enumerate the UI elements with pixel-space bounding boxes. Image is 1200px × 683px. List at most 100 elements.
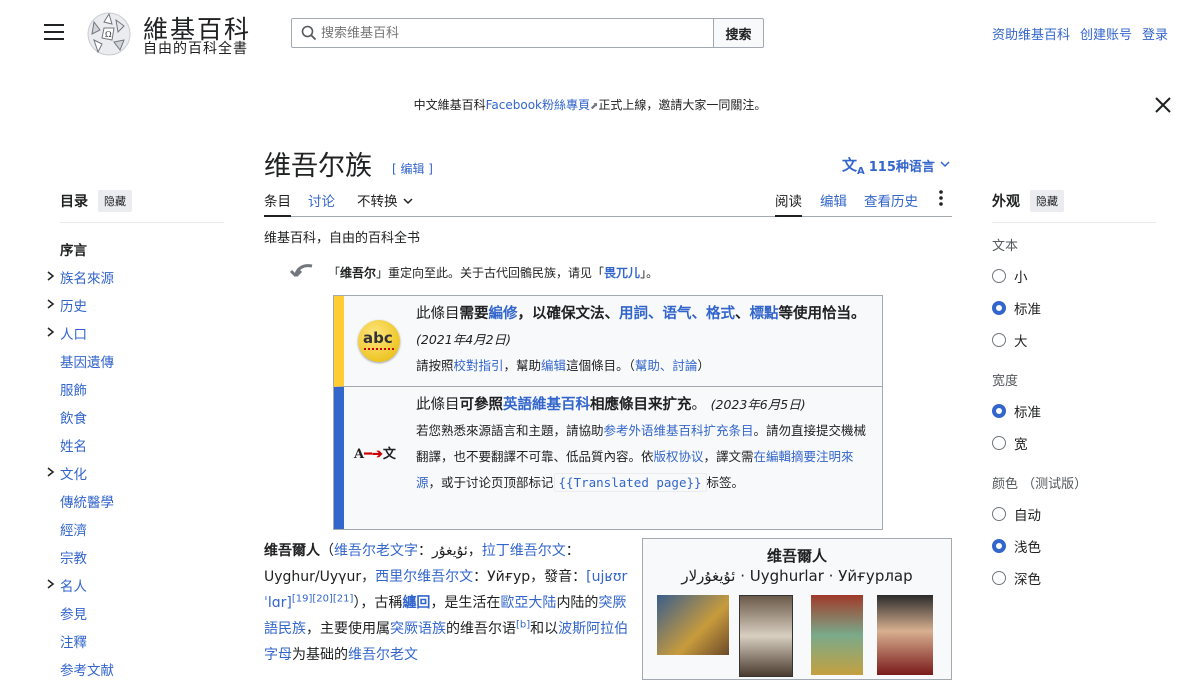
lead-link[interactable]: 西里尔维吾尔文: [375, 569, 473, 585]
infobox-image[interactable]: [877, 595, 933, 675]
toc-item-label[interactable]: 名人: [60, 575, 87, 595]
text-size-label: 文本: [992, 239, 1019, 254]
toc-item[interactable]: 人口: [47, 319, 224, 347]
guide-link[interactable]: 校對指引: [454, 358, 504, 373]
license-link[interactable]: 版权协议: [654, 449, 704, 464]
chevron-right-icon[interactable]: [44, 325, 58, 339]
lead-link[interactable]: 歐亞大陆: [500, 595, 556, 611]
toc-item[interactable]: 經濟: [60, 515, 224, 543]
text-size-standard[interactable]: 标准: [992, 292, 1156, 324]
donate-link[interactable]: 资助维基百科: [992, 24, 1070, 43]
toc-item[interactable]: 参考文献: [60, 655, 224, 683]
toc-item[interactable]: 族名來源: [47, 263, 224, 291]
toc-item-label[interactable]: 姓名: [60, 435, 87, 455]
toc-item[interactable]: 注釋: [60, 627, 224, 655]
create-account-link[interactable]: 创建账号: [1080, 24, 1132, 43]
tab-edit[interactable]: 编辑: [820, 190, 847, 210]
lead-link[interactable]: 维吾尔老文字: [334, 543, 418, 559]
text-size-small[interactable]: 小: [992, 260, 1156, 292]
toc-item-label[interactable]: 服飾: [60, 379, 87, 399]
radio-selected-icon[interactable]: [992, 539, 1006, 553]
toc-item[interactable]: 序言: [60, 235, 224, 263]
toc-item[interactable]: 傳統醫學: [60, 487, 224, 515]
toc-item-label[interactable]: 历史: [60, 295, 87, 315]
toc-item-label[interactable]: 基因遺傳: [60, 351, 114, 371]
lead-link[interactable]: 拉丁维吾尔文: [482, 543, 566, 559]
punctuation-link[interactable]: 標點: [750, 306, 779, 322]
english-wiki-link[interactable]: 英語維基百科: [503, 397, 590, 413]
toc-item-label[interactable]: 人口: [60, 323, 87, 343]
language-button[interactable]: 文A 115种语言: [842, 154, 951, 177]
chevron-right-icon[interactable]: [44, 465, 58, 479]
toc-item-label[interactable]: 族名來源: [60, 267, 114, 287]
color-auto[interactable]: 自动: [992, 498, 1156, 530]
title-edit-link[interactable]: [ 编辑 ]: [392, 160, 433, 177]
wikipedia-globe-icon[interactable]: Ω: [84, 10, 134, 58]
radio-selected-icon[interactable]: [992, 301, 1006, 315]
facebook-link[interactable]: Facebook粉絲專頁: [486, 98, 590, 112]
diction-link[interactable]: 用詞: [619, 306, 648, 322]
edit-link[interactable]: 编辑: [541, 358, 566, 373]
toc-item-label[interactable]: 飲食: [60, 407, 87, 427]
radio-icon[interactable]: [992, 571, 1006, 585]
radio-icon[interactable]: [992, 269, 1006, 283]
toc-item-label[interactable]: 注釋: [60, 631, 87, 651]
tab-talk[interactable]: 讨论: [308, 190, 335, 210]
text-size-large[interactable]: 大: [992, 324, 1156, 356]
width-standard[interactable]: 标准: [992, 395, 1156, 427]
color-dark[interactable]: 深色: [992, 562, 1156, 594]
chevron-right-icon[interactable]: [44, 297, 58, 311]
search-input[interactable]: [317, 25, 713, 41]
toc-item-label[interactable]: 宗教: [60, 547, 87, 567]
toc-item-label[interactable]: 經濟: [60, 519, 87, 539]
search-button[interactable]: 搜索: [713, 18, 764, 48]
main-menu-button[interactable]: [44, 24, 64, 42]
radio-icon[interactable]: [992, 436, 1006, 450]
tone-link[interactable]: 语气: [663, 306, 692, 322]
toc-item[interactable]: 飲食: [60, 403, 224, 431]
infobox-image[interactable]: [739, 595, 793, 677]
toc-item[interactable]: 名人: [47, 571, 224, 599]
toc-hide-button[interactable]: 隐藏: [98, 190, 132, 212]
width-wide[interactable]: 宽: [992, 427, 1156, 459]
toc-item[interactable]: 宗教: [60, 543, 224, 571]
more-menu-icon[interactable]: [938, 188, 944, 212]
tab-history[interactable]: 查看历史: [864, 190, 918, 210]
toc-item-label[interactable]: 傳統醫學: [60, 491, 114, 511]
tab-article[interactable]: 条目: [264, 190, 291, 217]
radio-selected-icon[interactable]: [992, 404, 1006, 418]
note-link[interactable]: [b]: [516, 619, 530, 630]
search-field[interactable]: [291, 18, 714, 48]
toc-item[interactable]: 参見: [60, 599, 224, 627]
toc-item-label[interactable]: 参考文献: [60, 659, 114, 679]
chevron-right-icon[interactable]: [44, 577, 58, 591]
infobox-image[interactable]: [657, 595, 729, 655]
radio-icon[interactable]: [992, 507, 1006, 521]
expand-link[interactable]: 参考外语维基百科扩充条目: [604, 423, 754, 438]
toc-item-label[interactable]: 文化: [60, 463, 87, 483]
lead-link[interactable]: 突厥语族: [390, 621, 446, 637]
toc-item[interactable]: 基因遺傳: [60, 347, 224, 375]
toc-item[interactable]: 历史: [47, 291, 224, 319]
login-link[interactable]: 登录: [1142, 24, 1168, 43]
lead-link[interactable]: 维吾尔老文: [348, 647, 418, 663]
discuss-link[interactable]: 討論: [672, 358, 697, 373]
hatnote-link[interactable]: 畏兀儿: [604, 266, 640, 280]
radio-icon[interactable]: [992, 333, 1006, 347]
toc-item[interactable]: 姓名: [60, 431, 224, 459]
copyedit-link[interactable]: 編修: [489, 306, 518, 322]
reference-link[interactable]: [19][20][21]: [292, 593, 354, 604]
toc-item[interactable]: 服飾: [60, 375, 224, 403]
format-link[interactable]: 格式: [706, 306, 735, 322]
chevron-right-icon[interactable]: [44, 269, 58, 283]
toc-item-label[interactable]: 参見: [60, 603, 87, 623]
help-link[interactable]: 幫助: [635, 358, 660, 373]
infobox-image[interactable]: [811, 595, 863, 675]
color-light[interactable]: 浅色: [992, 530, 1156, 562]
toc-item[interactable]: 文化: [47, 459, 224, 487]
close-icon[interactable]: [1154, 96, 1172, 114]
appearance-hide-button[interactable]: 隐藏: [1030, 190, 1064, 212]
variant-dropdown[interactable]: 不转换: [357, 190, 414, 210]
lead-link[interactable]: 纏回: [402, 595, 430, 611]
tab-read[interactable]: 阅读: [775, 190, 802, 217]
